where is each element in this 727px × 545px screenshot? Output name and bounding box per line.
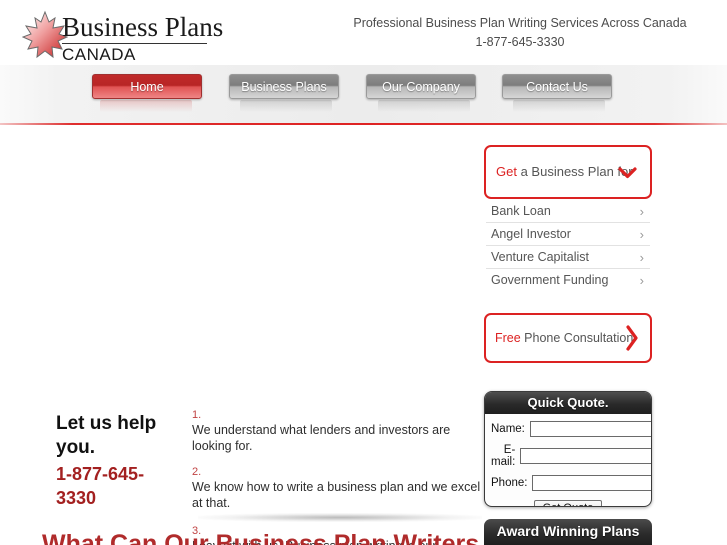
option-label: Bank Loan	[491, 204, 551, 218]
chevron-right-icon: ›	[639, 250, 644, 265]
get-business-plan-dropdown[interactable]: Get a Business Plan for	[484, 145, 652, 199]
option-angel-investor[interactable]: Angel Investor ›	[486, 223, 650, 246]
chevron-right-icon: ›	[639, 204, 644, 219]
free-phone-consultation-button[interactable]: Free Phone Consultation	[484, 313, 652, 363]
page-section-heading: What Can Our Business Plan Writers	[42, 530, 480, 545]
help-callout: Let us help you. 1-877-645-3330	[56, 412, 181, 510]
free-accent-word: Free	[495, 331, 521, 345]
point-number: 2.	[192, 466, 202, 478]
quick-quote-form: Name: E-mail: Phone: Get Quote	[485, 414, 651, 506]
nav-bottom-rule	[0, 123, 727, 125]
chevron-right-icon: ›	[639, 273, 644, 288]
logo-secondary-text: CANADA	[62, 45, 136, 64]
quick-quote-title: Quick Quote.	[485, 392, 651, 414]
points-spacer	[192, 454, 482, 465]
point-number: 1.	[192, 409, 202, 421]
quick-quote-email-row: E-mail:	[491, 444, 651, 468]
quick-quote-name-row: Name:	[491, 421, 651, 437]
name-label: Name:	[491, 423, 525, 435]
nav-item-business-plans[interactable]: Business Plans	[229, 74, 339, 99]
tagline-text: Professional Business Plan Writing Servi…	[353, 16, 687, 30]
email-label: E-mail:	[491, 444, 516, 468]
logo-divider	[62, 43, 207, 44]
help-phone-number[interactable]: 1-877-645-3330	[56, 462, 181, 510]
free-consultation-label: Free Phone Consultation	[495, 331, 633, 345]
point-text: We know how to write a business plan and…	[192, 480, 481, 510]
option-label: Government Funding	[491, 273, 609, 287]
get-rest-text: a Business Plan for	[516, 164, 633, 179]
business-plan-options-list: Bank Loan › Angel Investor › Venture Cap…	[486, 200, 650, 292]
email-input[interactable]	[520, 448, 651, 464]
get-business-plan-label: Get a Business Plan for	[496, 164, 633, 179]
site-logo[interactable]: Business Plans CANADA	[22, 8, 224, 65]
chevron-right-icon	[626, 325, 638, 351]
selling-point-1: 1. We understand what lenders and invest…	[192, 408, 482, 454]
selling-points-list: 1. We understand what lenders and invest…	[192, 408, 482, 545]
quick-quote-phone-row: Phone:	[491, 475, 651, 491]
award-winning-plans-banner[interactable]: Award Winning Plans	[484, 519, 652, 545]
point-text: We understand what lenders and investors…	[192, 423, 451, 453]
points-shadow-divider	[198, 513, 482, 522]
option-government-funding[interactable]: Government Funding ›	[486, 269, 650, 292]
nav-reflection-business-plans	[240, 100, 332, 112]
logo-text-block: Business Plans CANADA	[62, 12, 224, 65]
phone-input[interactable]	[532, 475, 651, 491]
chevron-right-icon: ›	[639, 227, 644, 242]
chevron-down-icon	[618, 167, 637, 179]
get-quote-button[interactable]: Get Quote	[533, 500, 603, 506]
phone-label: Phone:	[491, 477, 528, 489]
nav-reflection-contact-us	[513, 100, 605, 112]
option-label: Venture Capitalist	[491, 250, 589, 264]
logo-primary-text: Business Plans	[62, 12, 224, 42]
header-tagline: Professional Business Plan Writing Servi…	[320, 14, 720, 52]
nav-item-contact-us[interactable]: Contact Us	[502, 74, 612, 99]
nav-item-our-company[interactable]: Our Company	[366, 74, 476, 99]
option-bank-loan[interactable]: Bank Loan ›	[486, 200, 650, 223]
option-label: Angel Investor	[491, 227, 571, 241]
quick-quote-submit-row: Get Quote	[491, 498, 645, 506]
header-phone: 1-877-645-3330	[475, 35, 565, 49]
quick-quote-widget: Quick Quote. Name: E-mail: Phone: Get Qu…	[484, 391, 652, 507]
help-title: Let us help you.	[56, 413, 157, 458]
get-accent-word: Get	[496, 164, 517, 179]
name-input[interactable]	[529, 421, 651, 437]
nav-reflection-our-company	[378, 100, 470, 112]
nav-reflection-home	[100, 100, 192, 112]
nav-item-home[interactable]: Home	[92, 74, 202, 99]
selling-point-2: 2. We know how to write a business plan …	[192, 465, 482, 511]
page-root: Business Plans CANADA Professional Busin…	[0, 0, 727, 545]
free-rest-text: Phone Consultation	[520, 331, 634, 345]
option-venture-capitalist[interactable]: Venture Capitalist ›	[486, 246, 650, 269]
